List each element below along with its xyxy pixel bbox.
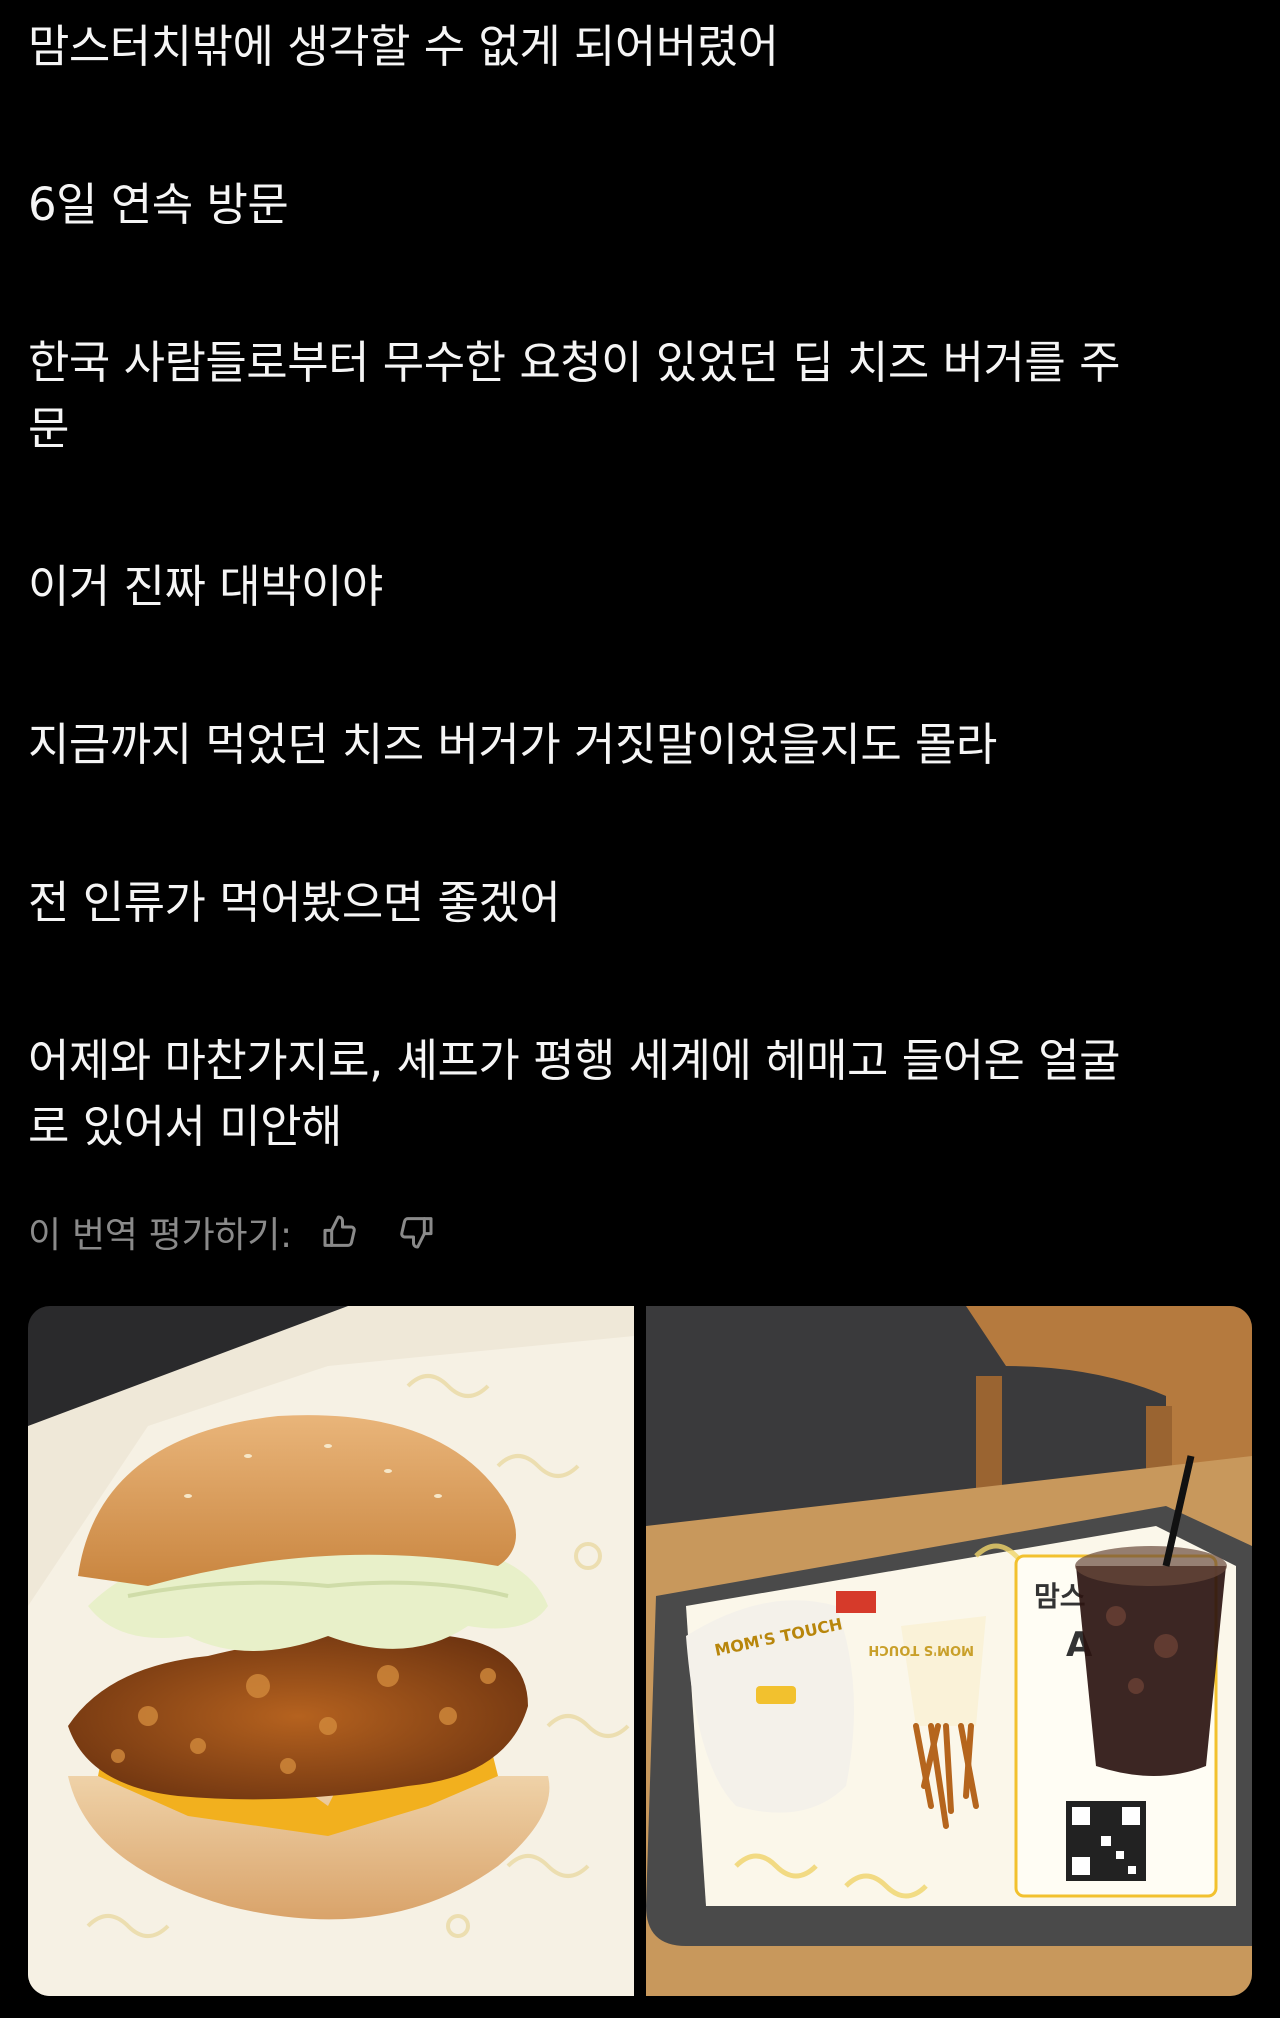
thumbs-down-button[interactable]: [390, 1206, 442, 1258]
post-paragraph-7: 어제와 마찬가지로, 셰프가 평행 세계에 헤매고 들어온 얼굴 로 있어서 미…: [28, 1034, 1121, 1153]
burger-photo[interactable]: [28, 1306, 634, 1996]
placemat-brand-text: 맘스: [1034, 1580, 1086, 1613]
tray-photo[interactable]: 맘스 A MOM'S TOUCH MOM'S TOUCH: [646, 1306, 1252, 1996]
thumbs-down-icon: [400, 1217, 433, 1249]
post-paragraph-4: 이거 진짜 대박이야: [28, 560, 383, 613]
translation-rating: 이 번역 평가하기:: [28, 1206, 466, 1258]
fries-sleeve-text: MOM'S TOUCH: [868, 1642, 974, 1657]
burger-image: [28, 1306, 634, 1996]
post-paragraph-5: 지금까지 먹었던 치즈 버거가 거짓말이었을지도 몰라: [28, 718, 997, 771]
post-paragraph-2: 6일 연속 방문: [28, 178, 289, 231]
thumbs-up-button[interactable]: [314, 1206, 366, 1258]
post-paragraph-3: 한국 사람들로부터 무수한 요청이 있었던 딥 치즈 버거를 주 문: [28, 336, 1121, 455]
tray-image: 맘스 A MOM'S TOUCH MOM'S TOUCH: [646, 1306, 1252, 1996]
translation-rating-label: 이 번역 평가하기:: [28, 1215, 292, 1256]
thumbs-up-icon: [323, 1215, 356, 1247]
media-grid: 맘스 A MOM'S TOUCH MOM'S TOUCH: [28, 1306, 1252, 1996]
post-paragraph-6: 전 인류가 먹어봤으면 좋겠어: [28, 876, 561, 929]
post-paragraph-1: 맘스터치밖에 생각할 수 없게 되어버렸어: [28, 20, 779, 73]
